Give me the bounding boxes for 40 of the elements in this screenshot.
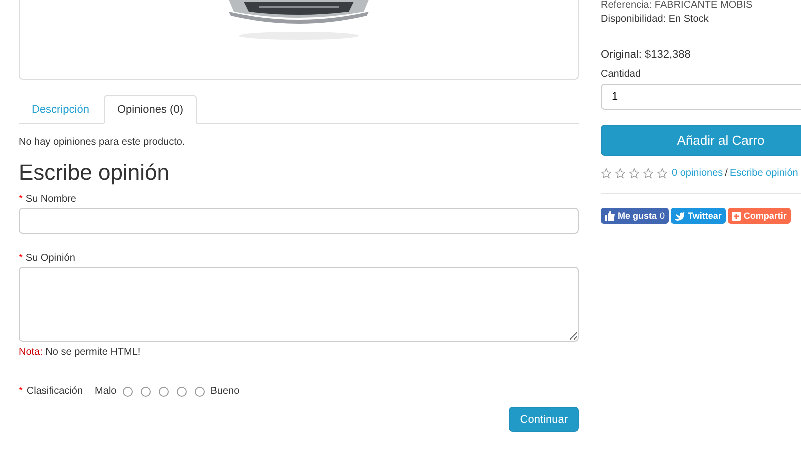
price-text: Original: $132,388 — [601, 49, 692, 61]
rating-radio[interactable] — [176, 386, 187, 396]
add-to-cart-button[interactable]: Añadir al Carro — [601, 125, 801, 156]
write-review-link[interactable]: Escribe opinión — [730, 168, 798, 179]
bird-icon — [675, 212, 686, 220]
share-button[interactable]: Me gusta 0 — [601, 208, 670, 224]
availability-text: Disponibilidad: En Stock — [601, 14, 710, 25]
tab[interactable]: Opiniones (0) — [104, 95, 197, 124]
rating-high-label: Bueno — [210, 386, 240, 397]
reference-text: Referencia: FABRICANTE MOBIS — [601, 0, 754, 11]
field-label: Clasificación — [26, 386, 84, 397]
rating-radio[interactable] — [122, 386, 133, 396]
field-label: Su Nombre — [26, 194, 76, 205]
quantity-input-field[interactable]: 1 — [601, 84, 801, 110]
share-button[interactable]: Twittear — [671, 208, 726, 224]
star-icon — [601, 168, 612, 179]
rating-radio[interactable] — [194, 386, 205, 396]
quantity-label: Cantidad — [601, 69, 642, 80]
rating-radio[interactable] — [158, 386, 169, 396]
continue-button[interactable]: Continuar — [509, 407, 579, 432]
rating-low-label: Malo — [95, 386, 117, 397]
required-mark: * — [19, 386, 23, 397]
thumbs-up-icon — [605, 211, 615, 221]
plus-icon — [732, 212, 741, 220]
review-text-field[interactable] — [19, 267, 579, 342]
separator-text: / — [725, 168, 728, 179]
star-icon — [643, 168, 654, 179]
rating-radio[interactable] — [140, 386, 151, 396]
name-input-field[interactable] — [19, 208, 579, 234]
note-text: Nota: No se permite HTML! — [19, 347, 142, 358]
required-mark: * — [19, 253, 23, 264]
star-icon — [615, 168, 626, 179]
required-mark: * — [19, 194, 23, 205]
star-icon — [629, 168, 640, 179]
reviews-link[interactable]: 0 opiniones — [672, 168, 724, 179]
share-button[interactable]: Compartir — [728, 208, 791, 224]
form-heading: Escribe opinión — [19, 160, 170, 186]
no-reviews-text: No hay opiniones para este producto. — [19, 137, 186, 148]
field-label: Su Opinión — [26, 253, 76, 264]
star-icon — [657, 168, 668, 179]
